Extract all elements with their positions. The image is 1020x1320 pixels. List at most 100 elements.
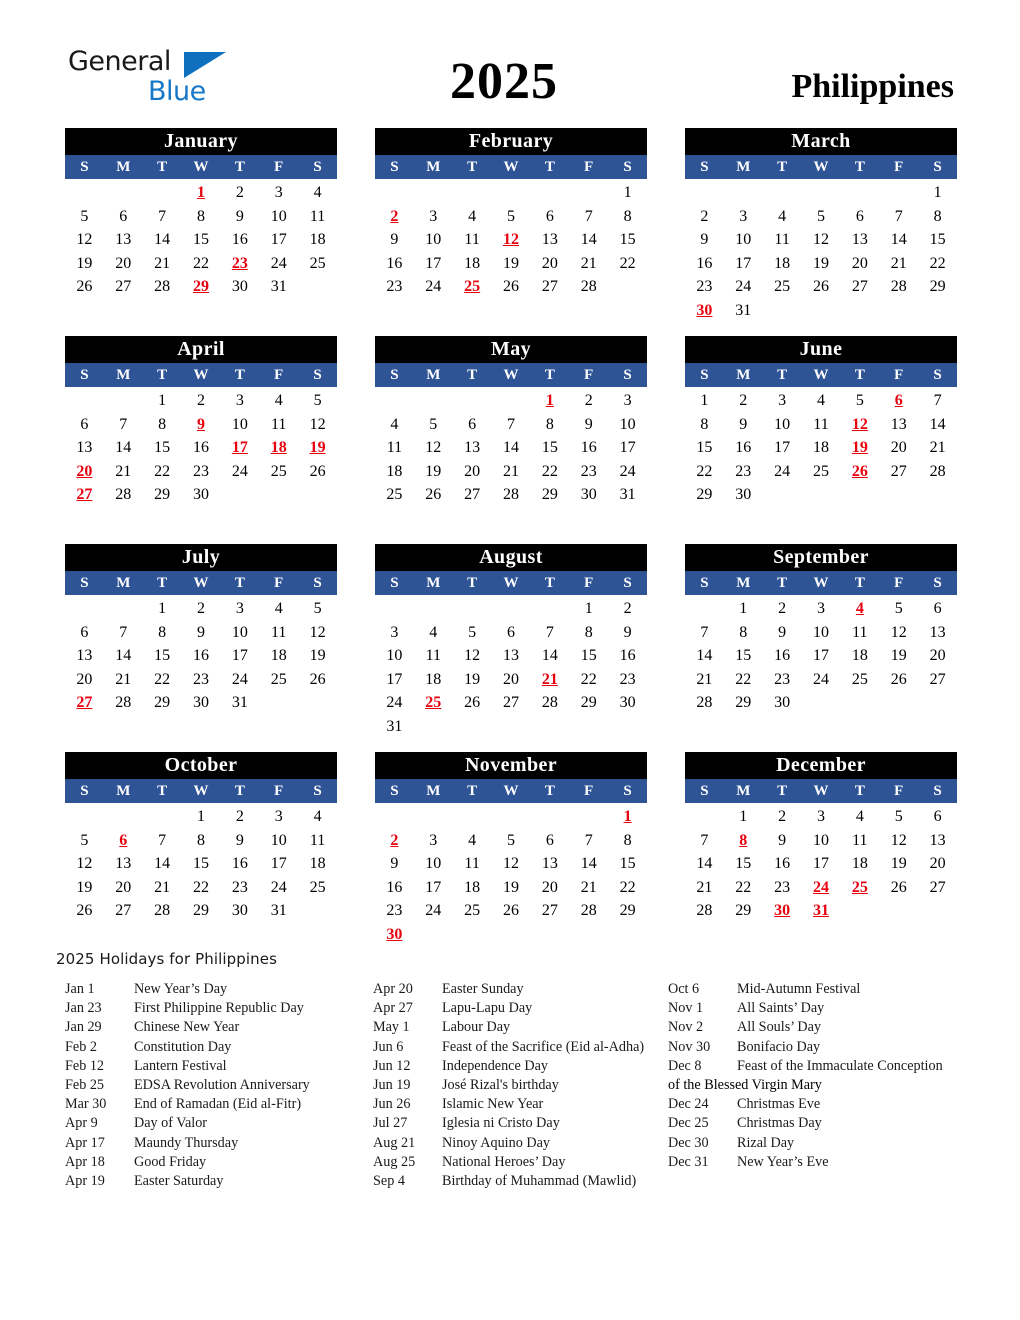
day-cell[interactable]: 24 xyxy=(724,275,763,299)
day-cell[interactable]: 9 xyxy=(220,205,259,229)
day-cell[interactable]: 11 xyxy=(259,621,298,645)
day-cell[interactable]: 28 xyxy=(879,275,918,299)
day-cell[interactable]: 18 xyxy=(375,460,414,484)
day-cell[interactable]: 20 xyxy=(65,668,104,692)
day-cell[interactable]: 12 xyxy=(879,829,918,853)
day-cell[interactable]: 17 xyxy=(414,252,453,276)
day-cell[interactable]: 15 xyxy=(143,644,182,668)
day-cell[interactable]: 1 xyxy=(685,389,724,413)
day-cell[interactable]: 24 xyxy=(259,876,298,900)
day-cell[interactable]: 12 xyxy=(414,436,453,460)
day-cell[interactable]: 20 xyxy=(492,668,531,692)
day-cell-holiday[interactable]: 24 xyxy=(802,876,841,900)
day-cell[interactable]: 23 xyxy=(685,275,724,299)
day-cell[interactable]: 12 xyxy=(492,852,531,876)
day-cell[interactable]: 22 xyxy=(608,876,647,900)
day-cell[interactable]: 15 xyxy=(724,852,763,876)
day-cell[interactable]: 11 xyxy=(802,413,841,437)
day-cell[interactable]: 16 xyxy=(569,436,608,460)
day-cell-holiday[interactable]: 2 xyxy=(375,829,414,853)
day-cell[interactable]: 30 xyxy=(220,275,259,299)
day-cell[interactable]: 11 xyxy=(259,413,298,437)
day-cell[interactable]: 26 xyxy=(879,668,918,692)
day-cell[interactable]: 22 xyxy=(569,668,608,692)
day-cell[interactable]: 27 xyxy=(918,876,957,900)
day-cell[interactable]: 29 xyxy=(143,483,182,507)
day-cell[interactable]: 10 xyxy=(414,852,453,876)
day-cell[interactable]: 5 xyxy=(65,205,104,229)
day-cell[interactable]: 31 xyxy=(259,899,298,923)
day-cell[interactable]: 19 xyxy=(65,876,104,900)
day-cell[interactable]: 29 xyxy=(143,691,182,715)
day-cell[interactable]: 16 xyxy=(763,852,802,876)
day-cell[interactable]: 8 xyxy=(724,621,763,645)
day-cell[interactable]: 4 xyxy=(763,205,802,229)
day-cell[interactable]: 4 xyxy=(375,413,414,437)
day-cell[interactable]: 9 xyxy=(608,621,647,645)
day-cell[interactable]: 28 xyxy=(685,899,724,923)
day-cell[interactable]: 1 xyxy=(182,805,221,829)
day-cell[interactable]: 21 xyxy=(685,668,724,692)
day-cell[interactable]: 15 xyxy=(569,644,608,668)
day-cell-holiday[interactable]: 8 xyxy=(724,829,763,853)
day-cell[interactable]: 6 xyxy=(492,621,531,645)
day-cell[interactable]: 16 xyxy=(375,876,414,900)
day-cell[interactable]: 6 xyxy=(65,413,104,437)
day-cell[interactable]: 1 xyxy=(569,597,608,621)
day-cell[interactable]: 29 xyxy=(182,899,221,923)
day-cell[interactable]: 7 xyxy=(104,621,143,645)
day-cell-holiday[interactable]: 6 xyxy=(104,829,143,853)
day-cell[interactable]: 19 xyxy=(802,252,841,276)
day-cell[interactable]: 27 xyxy=(530,275,569,299)
day-cell[interactable]: 11 xyxy=(763,228,802,252)
day-cell-holiday[interactable]: 30 xyxy=(375,923,414,947)
day-cell[interactable]: 4 xyxy=(453,205,492,229)
day-cell[interactable]: 13 xyxy=(918,621,957,645)
day-cell[interactable]: 9 xyxy=(685,228,724,252)
day-cell[interactable]: 23 xyxy=(608,668,647,692)
day-cell[interactable]: 22 xyxy=(724,876,763,900)
day-cell[interactable]: 30 xyxy=(569,483,608,507)
day-cell[interactable]: 25 xyxy=(453,899,492,923)
day-cell[interactable]: 22 xyxy=(143,668,182,692)
day-cell[interactable]: 17 xyxy=(259,852,298,876)
day-cell[interactable]: 22 xyxy=(530,460,569,484)
day-cell[interactable]: 5 xyxy=(65,829,104,853)
day-cell[interactable]: 18 xyxy=(763,252,802,276)
day-cell[interactable]: 5 xyxy=(298,389,337,413)
day-cell[interactable]: 2 xyxy=(608,597,647,621)
day-cell-holiday[interactable]: 6 xyxy=(879,389,918,413)
day-cell[interactable]: 11 xyxy=(453,852,492,876)
day-cell[interactable]: 23 xyxy=(375,899,414,923)
day-cell[interactable]: 1 xyxy=(143,389,182,413)
day-cell[interactable]: 15 xyxy=(918,228,957,252)
day-cell[interactable]: 19 xyxy=(65,252,104,276)
day-cell[interactable]: 12 xyxy=(65,852,104,876)
day-cell[interactable]: 24 xyxy=(608,460,647,484)
day-cell[interactable]: 7 xyxy=(143,829,182,853)
day-cell[interactable]: 3 xyxy=(608,389,647,413)
day-cell[interactable]: 19 xyxy=(492,252,531,276)
day-cell[interactable]: 21 xyxy=(143,252,182,276)
day-cell[interactable]: 16 xyxy=(763,644,802,668)
day-cell[interactable]: 13 xyxy=(530,852,569,876)
day-cell[interactable]: 23 xyxy=(569,460,608,484)
day-cell[interactable]: 29 xyxy=(569,691,608,715)
day-cell[interactable]: 14 xyxy=(104,436,143,460)
day-cell[interactable]: 3 xyxy=(259,181,298,205)
day-cell[interactable]: 5 xyxy=(298,597,337,621)
day-cell[interactable]: 10 xyxy=(220,621,259,645)
day-cell[interactable]: 23 xyxy=(724,460,763,484)
day-cell[interactable]: 16 xyxy=(220,228,259,252)
day-cell[interactable]: 20 xyxy=(918,644,957,668)
day-cell-holiday[interactable]: 29 xyxy=(182,275,221,299)
day-cell[interactable]: 21 xyxy=(104,668,143,692)
day-cell[interactable]: 14 xyxy=(918,413,957,437)
day-cell[interactable]: 3 xyxy=(259,805,298,829)
day-cell[interactable]: 16 xyxy=(724,436,763,460)
day-cell[interactable]: 12 xyxy=(298,621,337,645)
day-cell[interactable]: 7 xyxy=(918,389,957,413)
day-cell[interactable]: 2 xyxy=(569,389,608,413)
day-cell[interactable]: 29 xyxy=(918,275,957,299)
day-cell[interactable]: 5 xyxy=(492,829,531,853)
